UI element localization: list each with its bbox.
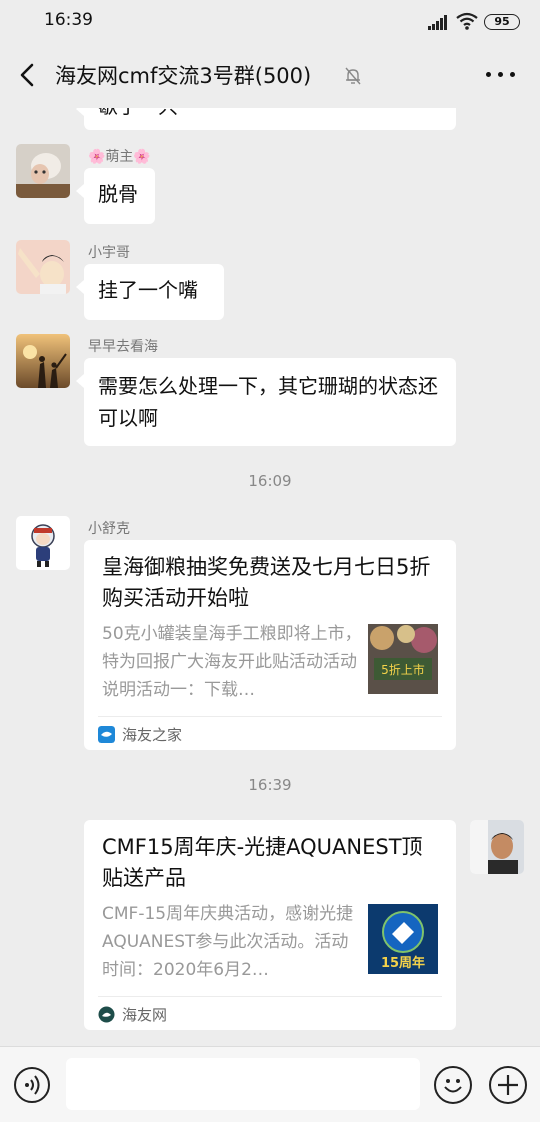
message-text: 需要怎么处理一下，其它珊瑚的状态还可以啊 — [98, 374, 438, 430]
link-card[interactable]: CMF15周年庆-光捷AQUANEST顶贴送产品 CMF-15周年庆典活动，感谢… — [84, 820, 456, 1030]
card-divider — [98, 716, 442, 717]
card-description: 50克小罐装皇海手工粮即将上市，特为回报广大海友开此贴活动活动说明活动一：下载… — [102, 624, 362, 700]
message-list[interactable]: 歇了一只 🌸萌主🌸 脱骨 小宇哥 挂了一个嘴 — [0, 108, 540, 1046]
card-divider — [98, 996, 442, 997]
message-bubble[interactable]: 需要怎么处理一下，其它珊瑚的状态还可以啊 — [76, 358, 456, 446]
avatar[interactable] — [16, 334, 70, 388]
avatar[interactable] — [16, 240, 70, 294]
mute-bell-icon — [345, 67, 361, 85]
battery-icon: 95 — [484, 14, 520, 30]
card-thumbnail-text: 15周年 — [381, 955, 425, 971]
message-text: 挂了一个嘴 — [98, 278, 198, 302]
chat-header: 海友网cmf交流3号群(500) — [0, 44, 540, 108]
card-thumbnail-text: 5折上市 — [381, 662, 425, 677]
chat-title: 海友网cmf交流3号群(500) — [55, 64, 312, 88]
link-card[interactable]: 皇海御粮抽奖免费送及七月七日5折购买活动开始啦 50克小罐装皇海手工粮即将上市，… — [84, 540, 456, 750]
status-time: 16:39 — [44, 10, 93, 30]
card-source: 海友之家 — [122, 726, 183, 744]
timestamp: 16:09 — [248, 472, 292, 490]
card-description: CMF-15周年庆典活动，感谢光捷AQUANEST参与此次活动。活动时间：202… — [102, 904, 354, 980]
source-logo-icon — [98, 1006, 115, 1023]
plus-icon[interactable] — [489, 1066, 527, 1104]
sender-name: 小宇哥 — [88, 245, 130, 261]
back-arrow-icon[interactable] — [14, 60, 42, 90]
card-title: CMF15周年庆-光捷AQUANEST顶贴送产品 — [102, 835, 423, 890]
voice-input-icon[interactable] — [14, 1067, 50, 1103]
sender-name: 🌸萌主🌸 — [88, 149, 151, 165]
card-title: 皇海御粮抽奖免费送及七月七日5折购买活动开始啦 — [102, 555, 431, 610]
message-text: 脱骨 — [98, 182, 138, 206]
wifi-icon — [456, 12, 478, 30]
my-avatar[interactable] — [470, 820, 524, 874]
more-options-icon[interactable] — [486, 72, 516, 80]
input-bar — [0, 1046, 540, 1122]
avatar[interactable] — [16, 516, 70, 570]
avatar[interactable] — [16, 144, 70, 198]
message-bubble[interactable]: 挂了一个嘴 — [76, 264, 224, 320]
status-bar: 16:39 95 — [0, 0, 540, 44]
message-input[interactable] — [66, 1058, 420, 1110]
sender-name: 早早去看海 — [88, 339, 158, 355]
source-logo-icon — [98, 726, 115, 743]
message-text: 歇了一只 — [98, 108, 178, 118]
timestamp: 16:39 — [248, 776, 292, 794]
emoji-icon[interactable] — [434, 1066, 472, 1104]
signal-icon — [428, 15, 450, 30]
message-bubble[interactable]: 歇了一只 — [76, 108, 456, 130]
card-thumbnail: 5折上市 — [368, 624, 438, 694]
card-thumbnail: 15周年 — [368, 904, 438, 974]
sender-name: 小舒克 — [88, 521, 130, 537]
card-source: 海友网 — [122, 1006, 168, 1024]
message-bubble[interactable]: 脱骨 — [76, 168, 155, 224]
